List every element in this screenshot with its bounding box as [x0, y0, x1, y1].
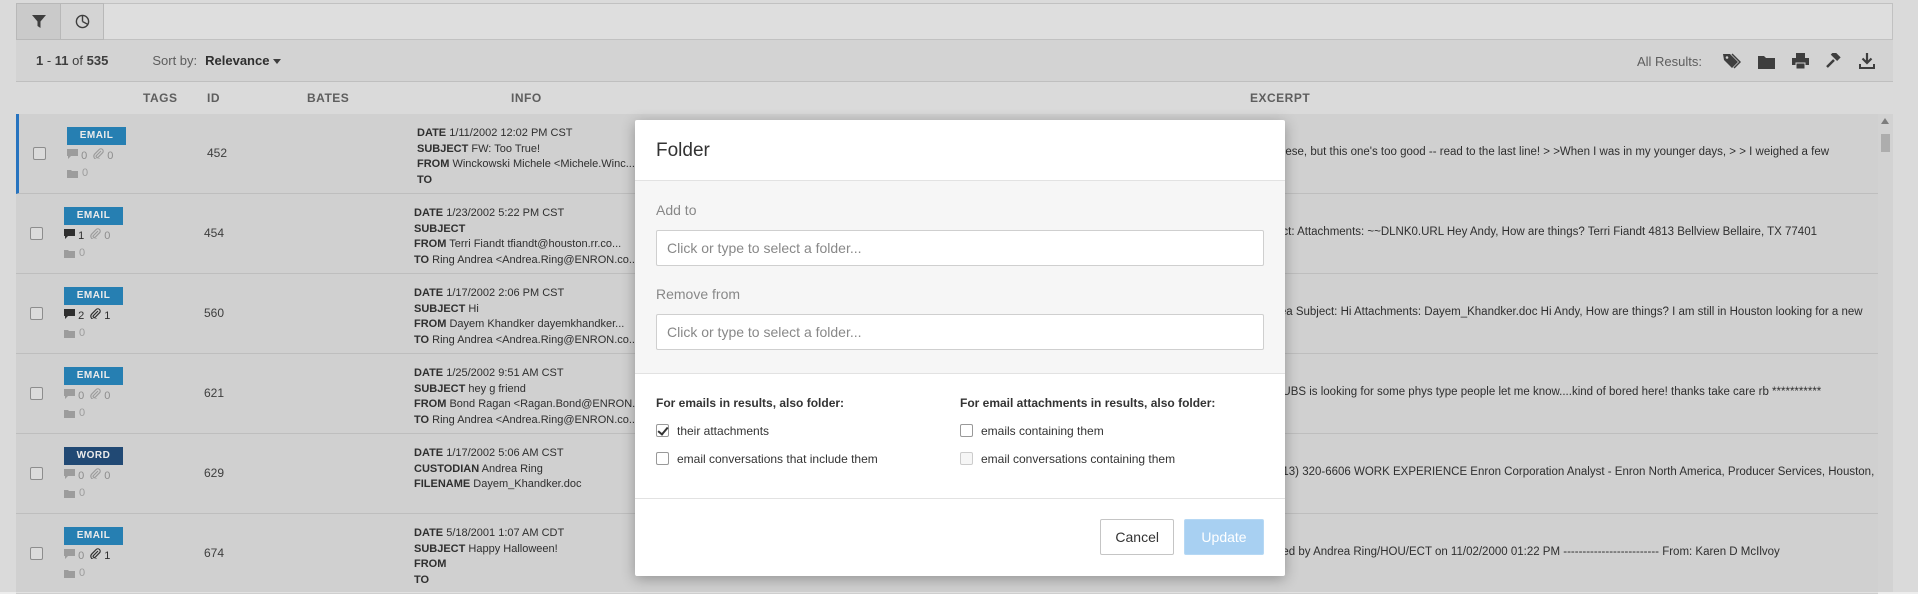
option-emails-containing[interactable]: emails containing them — [960, 423, 1264, 438]
attachment-options-heading: For email attachments in results, also f… — [960, 396, 1216, 410]
add-to-label: Add to — [656, 202, 697, 218]
folder-selectors: Add to Click or type to select a folder.… — [635, 181, 1285, 374]
emails-containing-label: emails containing them — [981, 423, 1104, 438]
dialog-title: Folder — [635, 120, 1285, 181]
option-email-conversations[interactable]: email conversations that include them — [656, 451, 960, 466]
cancel-button[interactable]: Cancel — [1100, 519, 1174, 555]
add-to-folder-select[interactable]: Click or type to select a folder... — [656, 230, 1264, 266]
folder-options: For emails in results, also folder: thei… — [635, 374, 1285, 499]
conversations-containing-checkbox — [960, 452, 973, 465]
dialog-footer: Cancel Update — [635, 499, 1285, 575]
email-options: For emails in results, also folder: thei… — [656, 396, 960, 476]
update-button[interactable]: Update — [1184, 519, 1264, 555]
their-attachments-label: their attachments — [677, 423, 770, 438]
conversations-containing-label: email conversations containing them — [981, 451, 1176, 466]
their-attachments-checkbox[interactable] — [656, 424, 669, 437]
attachment-options: For email attachments in results, also f… — [960, 396, 1264, 476]
email-options-heading: For emails in results, also folder: — [656, 396, 845, 410]
email-conversations-label: email conversations that include them — [677, 451, 878, 466]
remove-from-label: Remove from — [656, 286, 741, 302]
remove-from-folder-select[interactable]: Click or type to select a folder... — [656, 314, 1264, 350]
option-conversations-containing: email conversations containing them — [960, 451, 1264, 466]
folder-dialog: Folder Add to Click or type to select a … — [635, 120, 1285, 576]
emails-containing-checkbox[interactable] — [960, 424, 973, 437]
option-their-attachments[interactable]: their attachments — [656, 423, 960, 438]
email-conversations-checkbox[interactable] — [656, 452, 669, 465]
